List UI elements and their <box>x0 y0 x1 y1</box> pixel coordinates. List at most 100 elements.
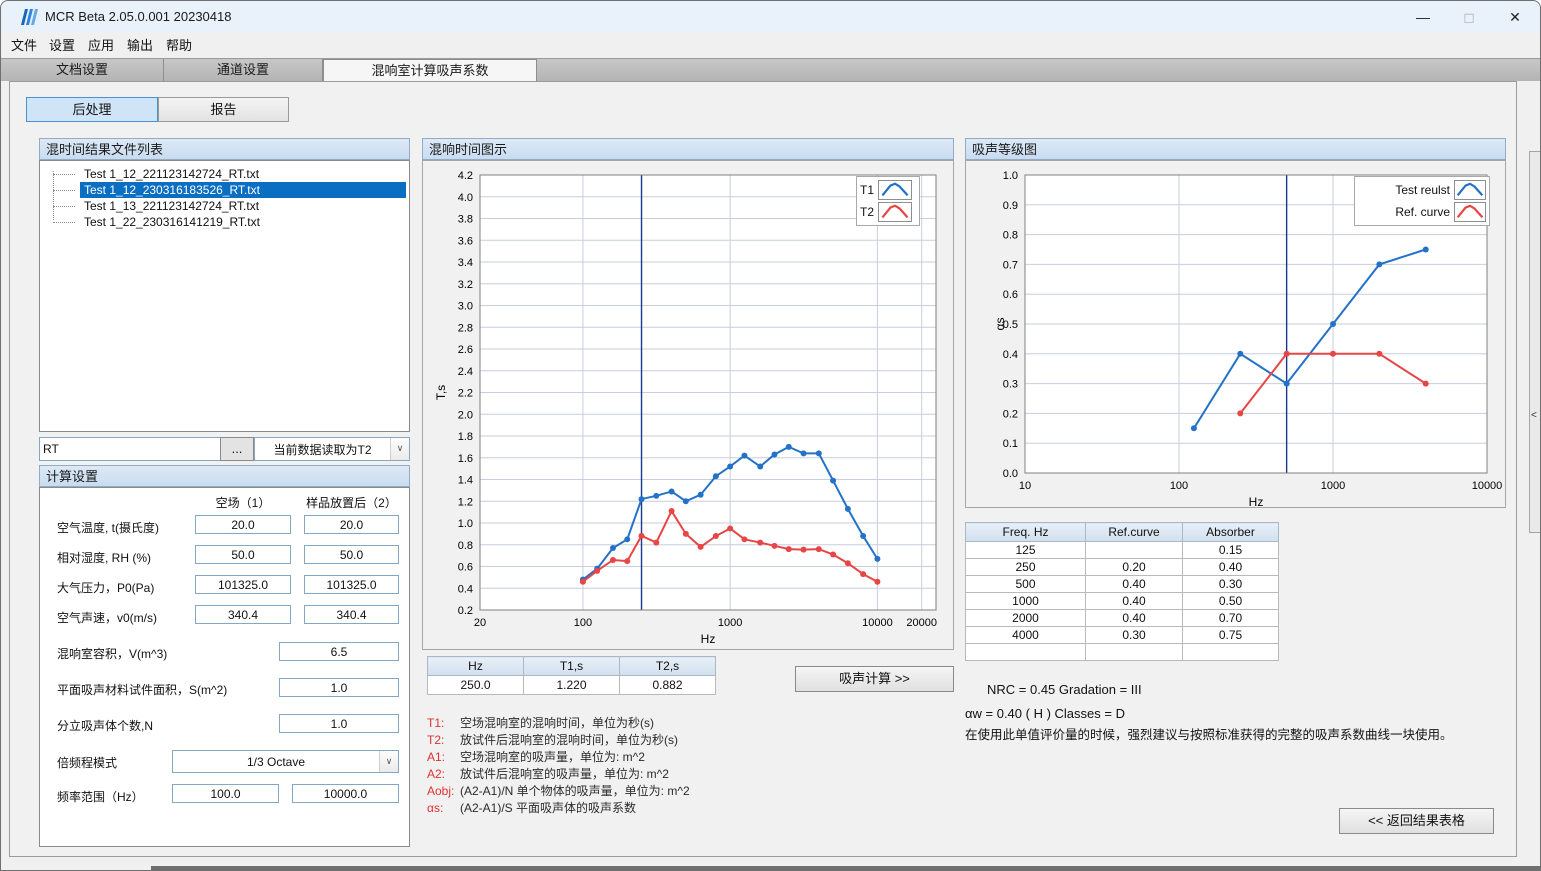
subtab-report[interactable]: 报告 <box>158 97 289 122</box>
tab-document-settings[interactable]: 文档设置 <box>1 59 164 82</box>
svg-text:1.2: 1.2 <box>458 496 473 508</box>
svg-text:αs: αs <box>993 318 1007 331</box>
pressure-2-field[interactable] <box>304 575 399 594</box>
svg-text:0.2: 0.2 <box>1003 408 1018 420</box>
note-t2: T2:放试件后混响室的混响时间，单位为秒(s) <box>427 731 678 748</box>
table-row: 40000.300.75 <box>966 627 1279 644</box>
sample-area-label: 平面吸声材料试件面积，S(m^2) <box>57 681 227 698</box>
close-button[interactable]: ✕ <box>1492 1 1538 33</box>
octave-mode-value: 1/3 Octave <box>173 755 379 769</box>
svg-text:0.9: 0.9 <box>1003 200 1018 212</box>
table-row: 10000.400.50 <box>966 593 1279 610</box>
note-a1: A1:空场混响室的吸声量，单位为: m^2 <box>427 748 645 765</box>
minimize-button[interactable]: — <box>1400 1 1446 33</box>
tab-page: 后处理 报告 混时间结果文件列表 Test 1_12_221123142724_… <box>9 81 1517 857</box>
svg-text:3.0: 3.0 <box>458 301 473 313</box>
absorption-table: Freq. Hz Ref.curve Absorber 1250.15 2500… <box>965 522 1279 661</box>
tab-strip: 文档设置 通道设置 混响室计算吸声系数 <box>1 58 1540 81</box>
svg-text:0.6: 0.6 <box>458 562 473 574</box>
sound-speed-2-field[interactable] <box>304 605 399 624</box>
table-row: 20000.400.70 <box>966 610 1279 627</box>
maximize-button[interactable]: ◻ <box>1446 1 1492 33</box>
app-window: MCR Beta 2.05.0.001 20230418 — ◻ ✕ 文件 设置… <box>0 0 1541 871</box>
pressure-1-field[interactable] <box>195 575 291 594</box>
svg-text:2.0: 2.0 <box>458 409 473 421</box>
file-list: Test 1_12_221123142724_RT.txt Test 1_12_… <box>39 160 410 432</box>
absorption-calc-button[interactable]: 吸声计算 >> <box>795 666 954 692</box>
svg-text:4.0: 4.0 <box>458 192 473 204</box>
air-temp-label: 空气温度, t(摄氏度) <box>57 519 159 536</box>
rt-chart-header: 混响时间图示 <box>422 138 954 160</box>
svg-text:1000: 1000 <box>1321 480 1345 492</box>
humidity-1-field[interactable] <box>195 545 291 564</box>
svg-text:10000: 10000 <box>1472 480 1503 492</box>
rt-chart[interactable]: 0.20.40.60.81.01.21.41.61.82.02.22.42.62… <box>423 161 953 649</box>
data-mode-value: 当前数据读取为T2 <box>255 441 390 458</box>
air-temp-2-field[interactable] <box>304 515 399 534</box>
rt-chart-area[interactable]: 0.20.40.60.81.01.21.41.61.82.02.22.42.62… <box>422 160 954 650</box>
freq-min-field[interactable] <box>172 784 279 803</box>
air-temp-1-field[interactable] <box>195 515 291 534</box>
svg-text:2.6: 2.6 <box>458 344 473 356</box>
svg-text:3.4: 3.4 <box>458 257 473 269</box>
svg-text:10: 10 <box>1019 480 1031 492</box>
note-aobj: Aobj:(A2-A1)/N 单个物体的吸声量，单位为: m^2 <box>427 782 690 799</box>
app-icon <box>19 7 39 27</box>
test-result-curve-icon <box>1454 180 1486 200</box>
svg-text:2.8: 2.8 <box>458 322 473 334</box>
rt-result-table: Hz T1,s T2,s 250.0 1.220 0.882 <box>427 656 716 695</box>
humidity-2-field[interactable] <box>304 545 399 564</box>
tab-channel-settings[interactable]: 通道设置 <box>164 59 323 82</box>
sample-area-field[interactable] <box>279 678 399 697</box>
list-item[interactable]: Test 1_13_221123142724_RT.txt <box>40 198 409 214</box>
menu-output[interactable]: 输出 <box>121 36 159 56</box>
menu-settings[interactable]: 设置 <box>43 36 81 56</box>
svg-text:0.6: 0.6 <box>1003 289 1018 301</box>
room-volume-field[interactable] <box>279 642 399 661</box>
menu-app[interactable]: 应用 <box>82 36 120 56</box>
svg-text:20000: 20000 <box>906 617 937 629</box>
legend-label-ref-curve: Ref. curve <box>1395 205 1450 219</box>
absorber-count-field[interactable] <box>279 714 399 733</box>
svg-text:Hz: Hz <box>1249 495 1264 507</box>
side-panel-collapse-handle[interactable]: < <box>1529 151 1541 533</box>
list-item[interactable]: Test 1_12_221123142724_RT.txt <box>40 166 409 182</box>
chevron-down-icon[interactable]: ∨ <box>379 751 398 772</box>
data-mode-dropdown[interactable]: 当前数据读取为T2 ∨ <box>254 437 410 461</box>
svg-text:0.3: 0.3 <box>1003 379 1018 391</box>
svg-text:Hz: Hz <box>701 632 716 646</box>
chevron-down-icon[interactable]: ∨ <box>390 438 409 460</box>
svg-text:0.7: 0.7 <box>1003 259 1018 271</box>
svg-text:1.0: 1.0 <box>458 518 473 530</box>
col-header-freq: Freq. Hz <box>966 523 1086 542</box>
table-row: 2500.200.40 <box>966 559 1279 576</box>
menu-file[interactable]: 文件 <box>5 36 43 56</box>
file-list-header: 混时间结果文件列表 <box>39 138 410 160</box>
freq-max-field[interactable] <box>292 784 399 803</box>
back-to-results-button[interactable]: << 返回结果表格 <box>1339 808 1494 834</box>
sound-speed-1-field[interactable] <box>195 605 291 624</box>
col-header-refcurve: Ref.curve <box>1086 523 1183 542</box>
sound-speed-label: 空气声速，v0(m/s) <box>57 609 157 626</box>
svg-text:0.8: 0.8 <box>458 540 473 552</box>
svg-text:10000: 10000 <box>862 617 893 629</box>
browse-button[interactable]: ... <box>220 437 254 461</box>
list-item-selected[interactable]: Test 1_12_230316183526_RT.txt <box>40 182 409 198</box>
list-item[interactable]: Test 1_22_230316141219_RT.txt <box>40 214 409 230</box>
rt-chart-legend: T1 T2 <box>856 176 920 226</box>
pressure-label: 大气压力，P0(Pa) <box>57 579 154 596</box>
table-row: 250.0 1.220 0.882 <box>428 676 716 695</box>
svg-text:100: 100 <box>1170 480 1188 492</box>
menu-help[interactable]: 帮助 <box>160 36 198 56</box>
subtab-postprocess[interactable]: 后处理 <box>26 97 158 122</box>
octave-mode-dropdown[interactable]: 1/3 Octave ∨ <box>172 750 399 773</box>
ref-curve-icon <box>1454 202 1486 222</box>
table-row: 1250.15 <box>966 542 1279 559</box>
tab-reverb-absorption[interactable]: 混响室计算吸声系数 <box>323 59 537 83</box>
col-header-t1s: T1,s <box>524 657 620 676</box>
svg-text:0.8: 0.8 <box>1003 230 1018 242</box>
cursor-t1-value: 1.220 <box>524 676 620 695</box>
menu-bar: 文件 设置 应用 输出 帮助 <box>1 33 1540 58</box>
t1-curve-icon <box>878 180 912 200</box>
rt-suffix-input[interactable] <box>39 437 221 461</box>
